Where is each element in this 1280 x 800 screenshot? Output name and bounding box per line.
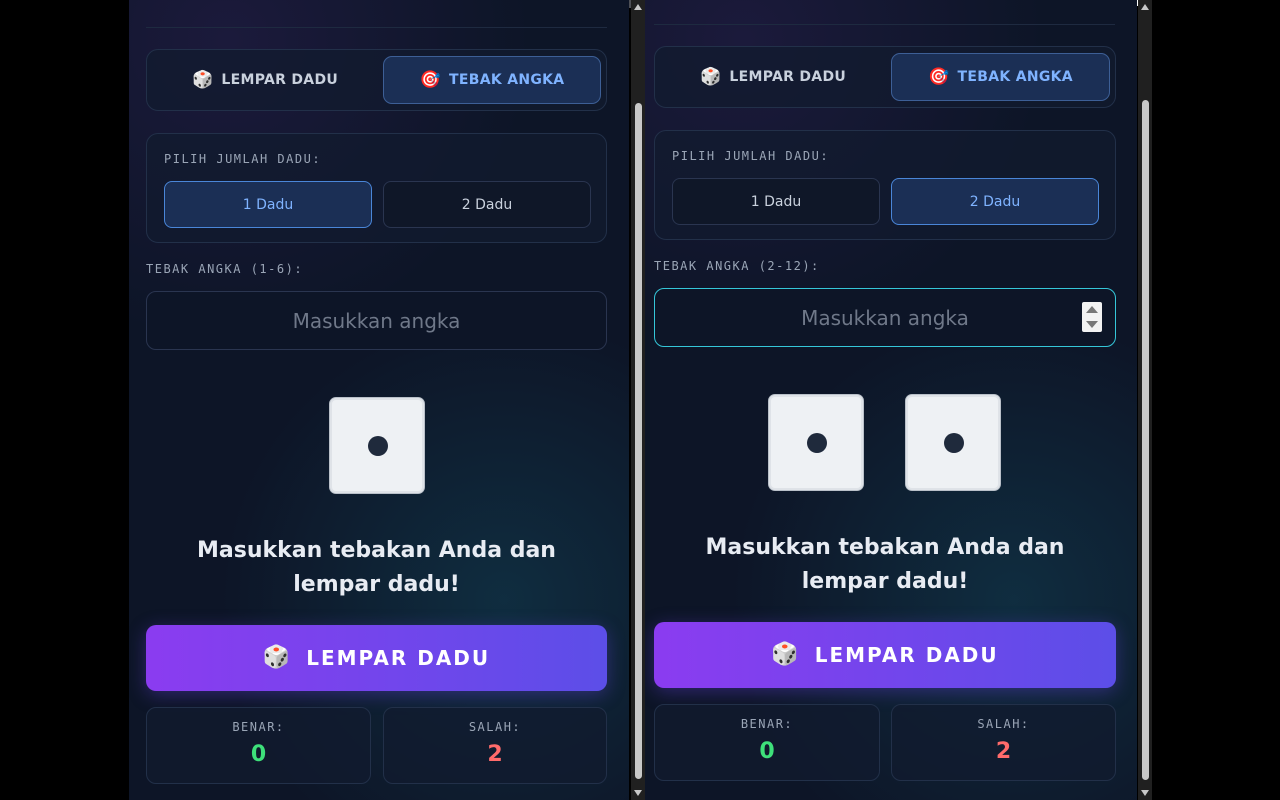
number-spinner[interactable]: [1082, 302, 1102, 332]
header-divider: [654, 24, 1115, 25]
game-panel-left: 🎲 LEMPAR DADU 🎯 TEBAK ANGKA PILIH JUMLAH…: [129, 0, 629, 800]
scrollbar-thumb[interactable]: [1142, 100, 1149, 780]
status-message: Masukkan tebakan Anda dan lempar dadu!: [705, 535, 1065, 594]
dice-icon: 🎲: [771, 642, 801, 667]
mode-selector: 🎲 LEMPAR DADU 🎯 TEBAK ANGKA: [654, 46, 1116, 108]
scroll-down-arrow[interactable]: [1141, 790, 1149, 796]
dice-count-section: PILIH JUMLAH DADU: 1 Dadu 2 Dadu: [654, 130, 1116, 240]
header-divider: [146, 27, 607, 28]
mode-guess-button[interactable]: 🎯 TEBAK ANGKA: [383, 56, 601, 104]
wrong-count: 2: [995, 739, 1012, 764]
scroll-up-arrow[interactable]: [634, 4, 642, 10]
status-message: Masukkan tebakan Anda dan lempar dadu!: [197, 538, 556, 597]
mode-roll-button[interactable]: 🎲 LEMPAR DADU: [663, 53, 883, 101]
scroll-down-arrow[interactable]: [634, 790, 642, 796]
roll-dice-button[interactable]: 🎲 LEMPAR DADU: [654, 622, 1116, 688]
guess-label: TEBAK ANGKA (1-6):: [146, 262, 304, 276]
dice-count-option-2[interactable]: 2 Dadu: [383, 181, 591, 228]
roll-dice-label: LEMPAR DADU: [814, 643, 999, 667]
mode-roll-label: LEMPAR DADU: [729, 69, 847, 85]
correct-count: 0: [250, 742, 267, 767]
dice-count-option-2[interactable]: 2 Dadu: [891, 178, 1099, 225]
wrong-stat-label: SALAH:: [977, 717, 1030, 731]
wrong-stat-label: SALAH:: [468, 720, 522, 734]
guess-input[interactable]: Masukkan angka: [654, 288, 1116, 347]
scroll-up-arrow[interactable]: [1141, 4, 1149, 10]
wrong-stat-card: SALAH: 2: [383, 707, 607, 784]
scrollbar-right[interactable]: [1138, 0, 1152, 800]
mode-guess-label: TEBAK ANGKA: [449, 72, 565, 88]
wrong-count: 2: [487, 742, 503, 767]
mode-guess-button[interactable]: 🎯 TEBAK ANGKA: [891, 53, 1110, 101]
die-face-1: [768, 394, 864, 491]
dice-icon: 🎲: [262, 645, 293, 670]
correct-stat-card: BENAR: 0: [654, 704, 880, 781]
mode-roll-label: LEMPAR DADU: [221, 72, 339, 88]
dice-count-label: PILIH JUMLAH DADU:: [672, 149, 830, 163]
die-face: [329, 397, 425, 494]
die-face-2: [905, 394, 1001, 491]
guess-label: TEBAK ANGKA (2-12):: [654, 259, 820, 273]
guess-input-placeholder: Masukkan angka: [801, 305, 969, 330]
target-icon: 🎯: [419, 69, 442, 90]
roll-dice-button[interactable]: 🎲 LEMPAR DADU: [146, 625, 607, 691]
guess-input-placeholder: Masukkan angka: [292, 308, 461, 333]
dice-count-option-1[interactable]: 1 Dadu: [672, 178, 880, 225]
target-icon: 🎯: [928, 66, 950, 87]
correct-stat-label: BENAR:: [232, 720, 285, 734]
dice-count-section: PILIH JUMLAH DADU: 1 Dadu 2 Dadu: [146, 133, 607, 243]
dice-count-label: PILIH JUMLAH DADU:: [164, 152, 322, 166]
scrollbar-left[interactable]: [631, 0, 645, 800]
die-pip: [807, 433, 827, 453]
mode-guess-label: TEBAK ANGKA: [957, 69, 1073, 85]
dice-icon: 🎲: [191, 69, 214, 90]
dice-count-option-1[interactable]: 1 Dadu: [164, 181, 372, 228]
die-pip: [944, 433, 964, 453]
correct-stat-card: BENAR: 0: [146, 707, 371, 784]
dice-icon: 🎲: [699, 66, 722, 87]
correct-count: 0: [759, 739, 775, 764]
wrong-stat-card: SALAH: 2: [891, 704, 1116, 781]
correct-stat-label: BENAR:: [740, 717, 794, 731]
mode-selector: 🎲 LEMPAR DADU 🎯 TEBAK ANGKA: [146, 49, 607, 111]
roll-dice-label: LEMPAR DADU: [306, 646, 491, 670]
die-pip: [368, 436, 388, 456]
game-panel-right: 🎲 LEMPAR DADU 🎯 TEBAK ANGKA PILIH JUMLAH…: [645, 0, 1137, 800]
guess-input[interactable]: Masukkan angka: [146, 291, 607, 350]
mode-roll-button[interactable]: 🎲 LEMPAR DADU: [155, 56, 375, 104]
scrollbar-thumb[interactable]: [635, 103, 642, 779]
